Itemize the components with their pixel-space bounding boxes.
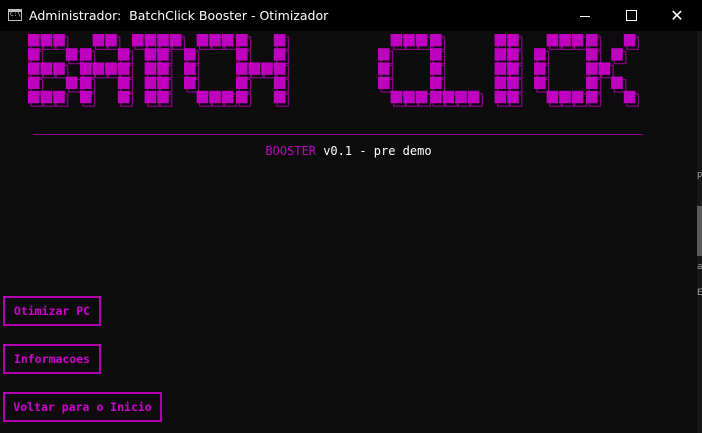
banner-divider [33,134,643,135]
window-title: Administrador: BatchClick Booster - Otim… [29,8,329,23]
scrollbar[interactable] [697,31,702,433]
banner-letter [236,34,289,107]
version-product: BOOSTER [265,144,316,158]
banner-letter [80,34,134,107]
maximize-icon [625,10,637,21]
background-window-glyph: p [697,170,702,180]
banner-letter [494,34,523,107]
version-text: v0.1 - pre demo [315,144,432,158]
banner-letter [132,34,186,107]
maximize-button[interactable] [608,0,654,31]
batch-click-banner [28,34,639,107]
banner-letter [28,34,82,107]
background-window-glyph: E [697,288,702,298]
close-button[interactable]: ✕ [654,0,700,31]
minimize-button[interactable] [562,0,608,31]
version-line: BOOSTER v0.1 - pre demo [0,144,697,158]
console-icon[interactable]: C:\ [8,9,22,21]
banner-letter [586,34,639,107]
banner-letter [534,34,587,107]
banner-letter [430,34,483,107]
close-icon: ✕ [670,5,684,25]
scrollbar-thumb[interactable] [697,206,702,256]
title-bar[interactable]: C:\ Administrador: BatchClick Booster - … [0,0,702,31]
banner-letter [184,34,238,107]
console-area[interactable]: BOOSTER v0.1 - pre demo Otimizar PC Info… [0,31,697,433]
optimize-pc-button[interactable]: Otimizar PC [3,296,101,326]
back-to-home-button[interactable]: Voltar para o Inicio [3,392,162,422]
minimize-icon [580,16,590,17]
banner-letter [378,34,431,107]
info-button[interactable]: Informacoes [3,344,101,374]
background-window-glyph: a [697,262,702,272]
